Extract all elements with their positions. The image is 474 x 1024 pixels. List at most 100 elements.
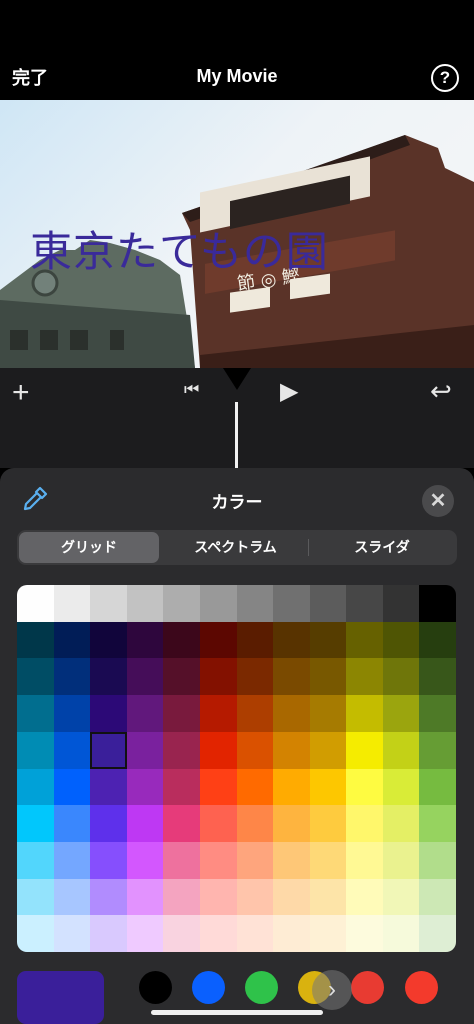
color-cell[interactable] bbox=[163, 585, 201, 623]
color-cell[interactable] bbox=[90, 878, 128, 916]
color-cell[interactable] bbox=[419, 915, 456, 952]
color-cell[interactable] bbox=[126, 805, 164, 843]
color-cell[interactable] bbox=[126, 731, 164, 769]
color-cell[interactable] bbox=[346, 841, 384, 880]
color-cell[interactable] bbox=[53, 621, 91, 659]
color-cell[interactable] bbox=[309, 585, 347, 623]
color-cell[interactable] bbox=[273, 841, 311, 880]
color-cell[interactable] bbox=[17, 841, 55, 880]
tab-sliders[interactable]: スライダ bbox=[309, 532, 455, 563]
color-cell[interactable] bbox=[163, 731, 201, 769]
color-cell[interactable] bbox=[382, 768, 420, 806]
color-cell[interactable] bbox=[53, 768, 91, 806]
color-cell[interactable] bbox=[236, 621, 274, 659]
color-cell[interactable] bbox=[126, 841, 164, 880]
color-cell[interactable] bbox=[90, 805, 128, 843]
color-cell[interactable] bbox=[382, 585, 420, 623]
color-cell[interactable] bbox=[126, 878, 164, 916]
color-cell[interactable] bbox=[273, 878, 311, 916]
color-cell[interactable] bbox=[163, 841, 201, 880]
color-cell[interactable] bbox=[236, 878, 274, 916]
color-cell[interactable] bbox=[17, 878, 55, 916]
color-cell[interactable] bbox=[419, 621, 456, 659]
color-cell[interactable] bbox=[236, 695, 274, 733]
color-cell[interactable] bbox=[90, 695, 128, 733]
color-cell[interactable] bbox=[346, 805, 384, 843]
color-cell[interactable] bbox=[419, 841, 456, 880]
color-cell[interactable] bbox=[236, 915, 274, 952]
preset-color-blue[interactable] bbox=[192, 971, 225, 1004]
color-cell[interactable] bbox=[17, 805, 55, 843]
color-cell[interactable] bbox=[126, 915, 164, 952]
color-cell[interactable] bbox=[273, 621, 311, 659]
color-cell[interactable] bbox=[273, 915, 311, 952]
color-cell[interactable] bbox=[346, 695, 384, 733]
color-cell[interactable] bbox=[163, 805, 201, 843]
color-cell[interactable] bbox=[126, 768, 164, 806]
preset-color-orange-red[interactable] bbox=[405, 971, 438, 1004]
color-cell[interactable] bbox=[273, 805, 311, 843]
color-cell[interactable] bbox=[53, 915, 91, 952]
more-colors-chevron-icon[interactable]: › bbox=[312, 970, 352, 1010]
tab-spectrum[interactable]: スペクトラム bbox=[162, 532, 309, 563]
color-cell[interactable] bbox=[163, 915, 201, 952]
color-cell[interactable] bbox=[53, 695, 91, 733]
color-cell[interactable] bbox=[309, 621, 347, 659]
color-cell[interactable] bbox=[382, 695, 420, 733]
color-cell[interactable] bbox=[419, 768, 456, 806]
color-cell[interactable] bbox=[17, 621, 55, 659]
color-cell[interactable] bbox=[17, 768, 55, 806]
color-cell[interactable] bbox=[236, 841, 274, 880]
color-cell[interactable] bbox=[53, 585, 91, 623]
color-cell[interactable] bbox=[309, 695, 347, 733]
preset-color-red[interactable] bbox=[351, 971, 384, 1004]
color-cell[interactable] bbox=[419, 805, 456, 843]
color-grid[interactable] bbox=[17, 585, 456, 952]
color-cell[interactable] bbox=[199, 841, 237, 880]
color-cell[interactable] bbox=[199, 915, 237, 952]
color-cell[interactable] bbox=[90, 585, 128, 623]
help-icon[interactable]: ? bbox=[431, 64, 459, 92]
color-cell[interactable] bbox=[273, 695, 311, 733]
color-cell[interactable] bbox=[419, 585, 456, 623]
color-cell[interactable] bbox=[163, 878, 201, 916]
color-cell[interactable] bbox=[346, 585, 384, 623]
color-cell[interactable] bbox=[419, 658, 456, 696]
color-cell[interactable] bbox=[309, 658, 347, 696]
color-cell[interactable] bbox=[126, 695, 164, 733]
color-cell[interactable] bbox=[199, 621, 237, 659]
current-color-swatch[interactable] bbox=[17, 971, 104, 1024]
color-cell[interactable] bbox=[382, 621, 420, 659]
color-cell[interactable] bbox=[163, 768, 201, 806]
color-cell[interactable] bbox=[309, 878, 347, 916]
color-cell[interactable] bbox=[382, 915, 420, 952]
color-cell[interactable] bbox=[199, 878, 237, 916]
color-cell[interactable] bbox=[126, 621, 164, 659]
color-cell[interactable] bbox=[382, 805, 420, 843]
color-cell[interactable] bbox=[382, 841, 420, 880]
color-cell[interactable] bbox=[346, 768, 384, 806]
color-cell[interactable] bbox=[53, 841, 91, 880]
color-cell[interactable] bbox=[309, 915, 347, 952]
color-cell[interactable] bbox=[90, 841, 128, 880]
color-cell[interactable] bbox=[90, 731, 128, 769]
color-cell[interactable] bbox=[17, 695, 55, 733]
add-media-icon[interactable]: + bbox=[12, 376, 30, 410]
color-cell[interactable] bbox=[309, 768, 347, 806]
skip-to-start-icon[interactable]: ⏮ bbox=[184, 380, 199, 400]
color-cell[interactable] bbox=[163, 621, 201, 659]
color-cell[interactable] bbox=[273, 731, 311, 769]
color-cell[interactable] bbox=[419, 878, 456, 916]
color-cell[interactable] bbox=[199, 658, 237, 696]
color-cell[interactable] bbox=[199, 768, 237, 806]
color-cell[interactable] bbox=[346, 731, 384, 769]
color-cell[interactable] bbox=[309, 805, 347, 843]
color-cell[interactable] bbox=[382, 658, 420, 696]
color-cell[interactable] bbox=[17, 915, 55, 952]
color-cell[interactable] bbox=[53, 731, 91, 769]
color-cell[interactable] bbox=[273, 658, 311, 696]
color-cell[interactable] bbox=[53, 878, 91, 916]
color-cell[interactable] bbox=[273, 768, 311, 806]
color-cell[interactable] bbox=[309, 731, 347, 769]
color-cell[interactable] bbox=[236, 731, 274, 769]
